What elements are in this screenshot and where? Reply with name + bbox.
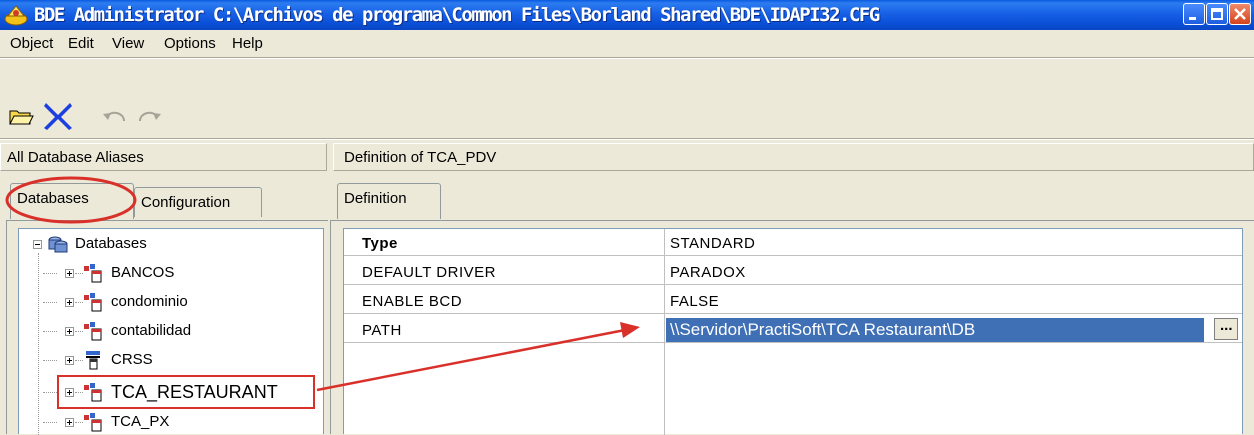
annotation-arrow xyxy=(316,322,640,392)
